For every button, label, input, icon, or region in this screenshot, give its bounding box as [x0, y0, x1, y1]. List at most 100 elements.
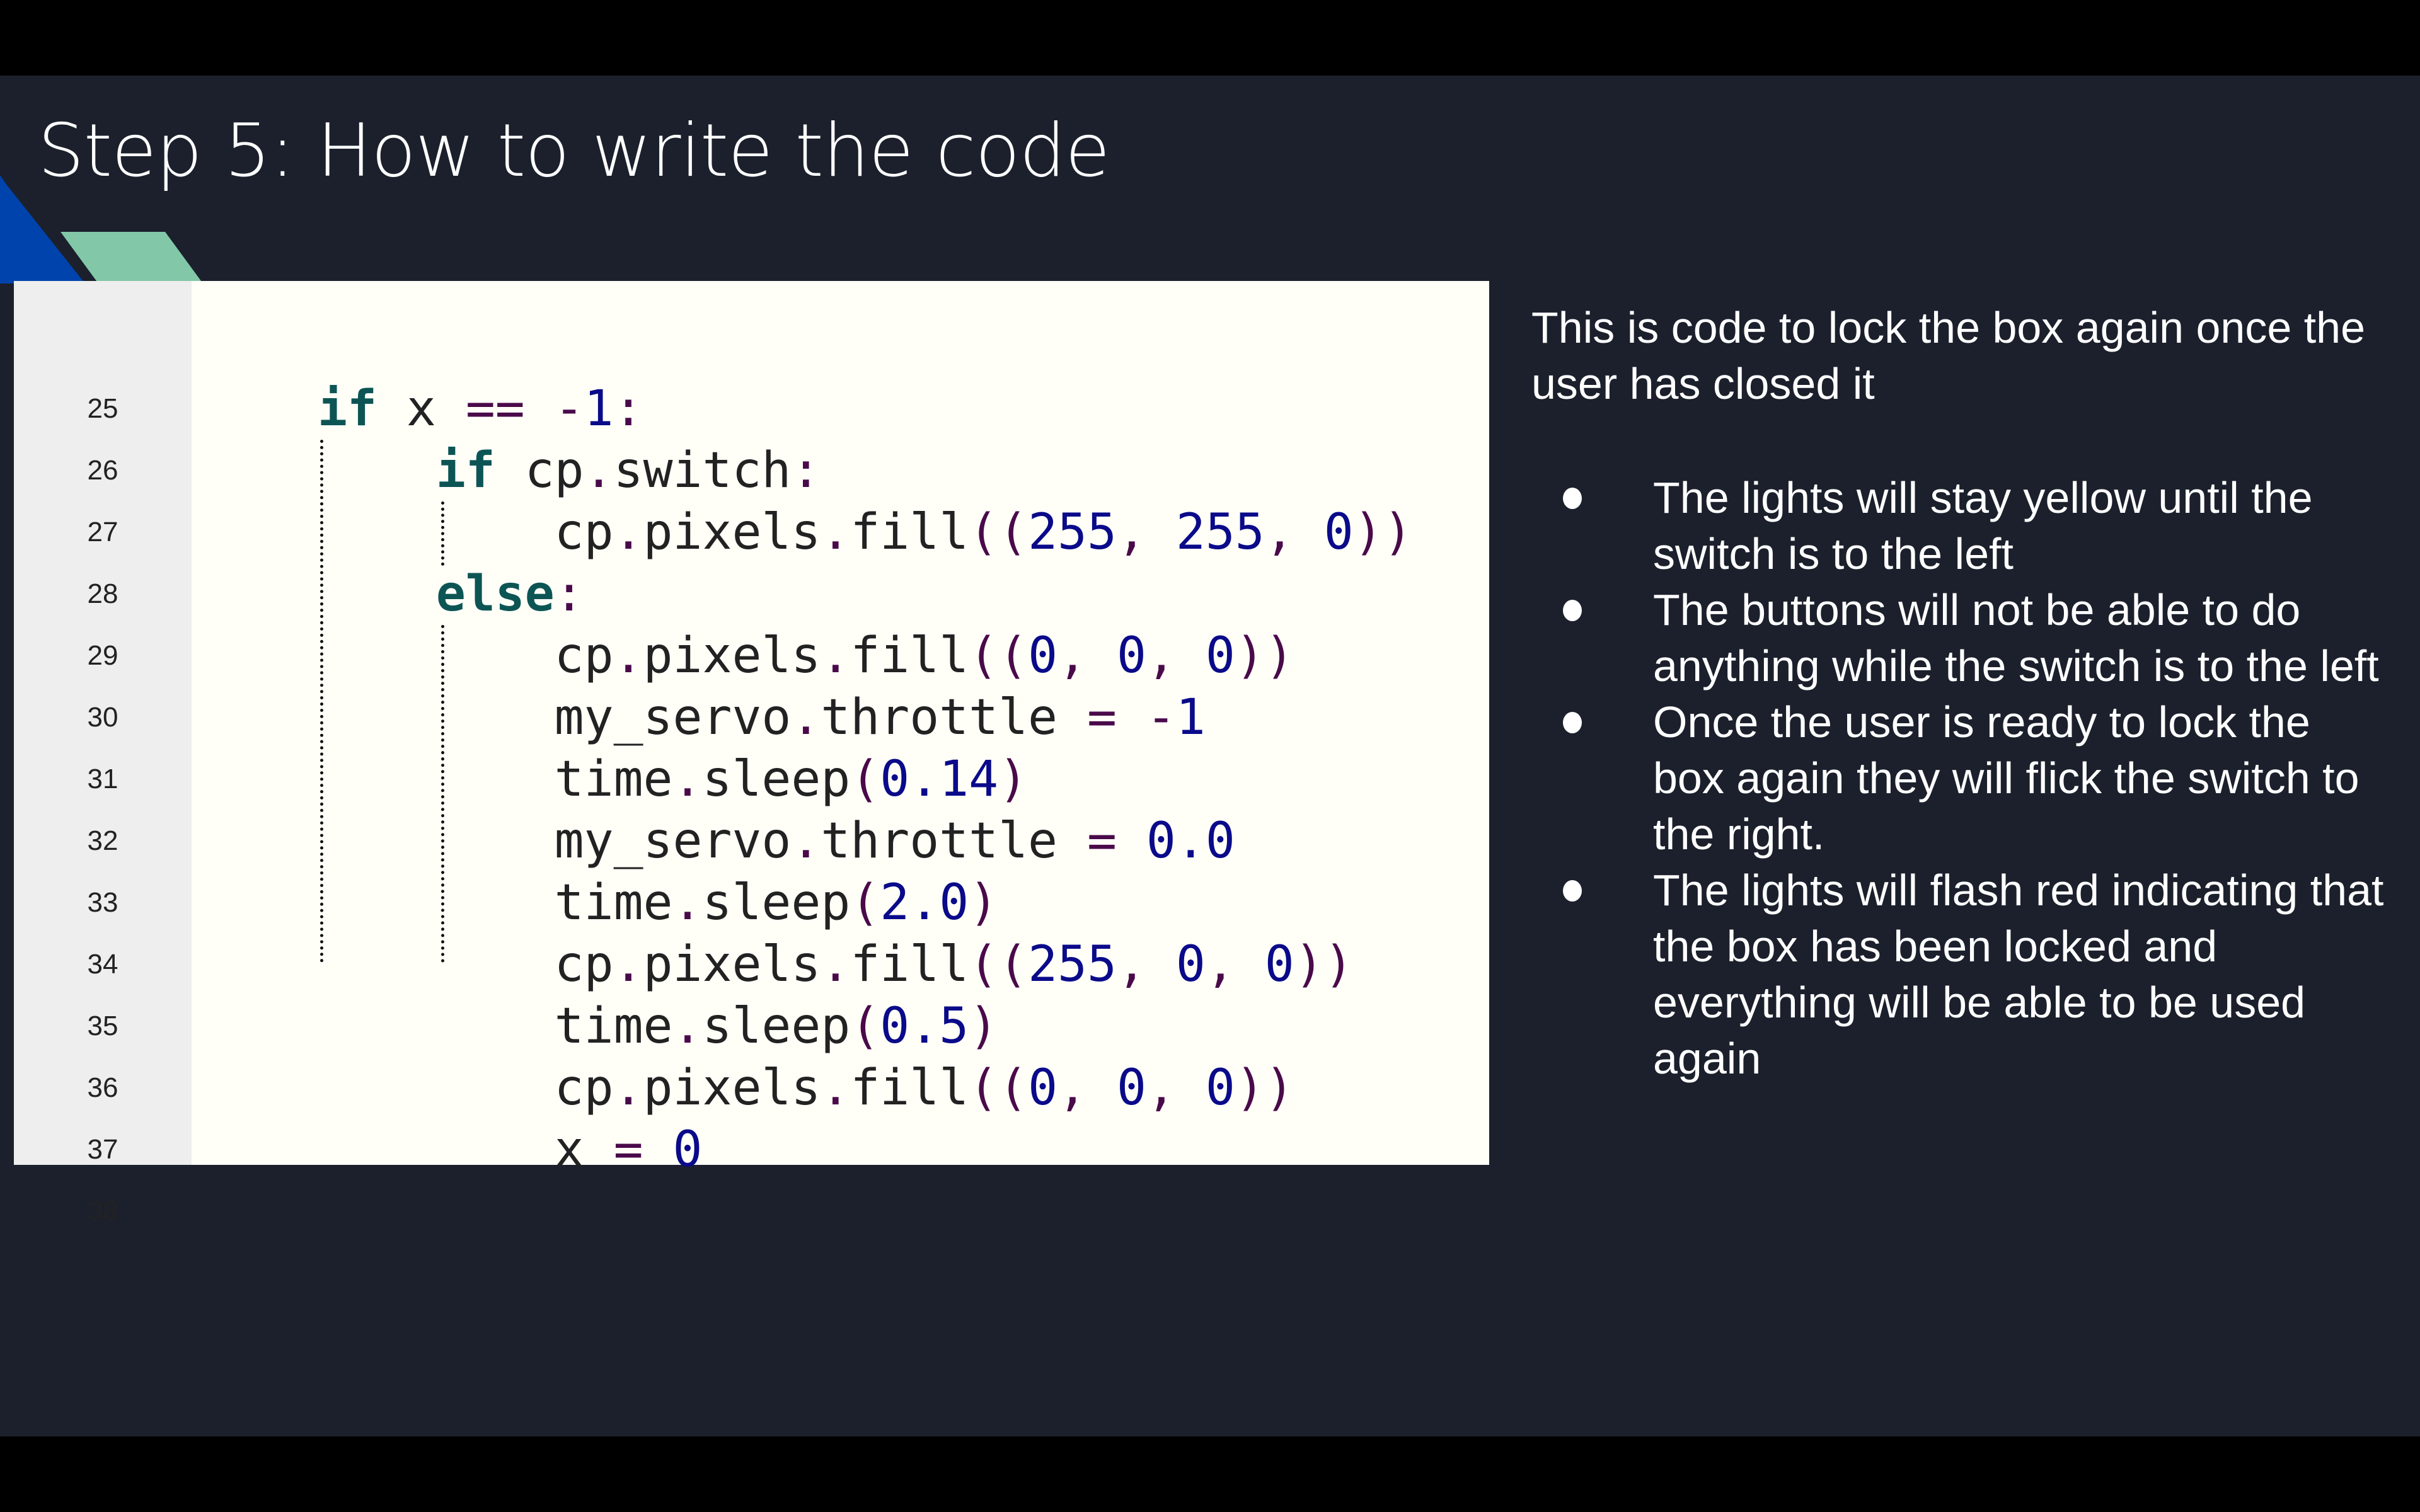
code-text: pixels — [643, 627, 821, 684]
indent-guide — [320, 440, 323, 963]
line-number: 26 — [87, 455, 118, 486]
code-number: 0 — [1264, 936, 1294, 993]
code-text: sleep — [702, 751, 851, 808]
code-operator: . — [584, 442, 614, 499]
code-operator: (( — [969, 936, 1028, 993]
line-number: 29 — [87, 640, 118, 671]
bullet-item: The lights will stay yellow until the sw… — [1531, 470, 2388, 582]
code-operator: = — [613, 1121, 643, 1178]
code-text: x — [376, 381, 466, 437]
code-number: 255 — [1028, 936, 1117, 993]
code-line: cp.pixels.fill((0, 0, 0)) — [318, 1057, 1294, 1119]
line-number: 38 — [87, 1196, 118, 1227]
code-operator: (( — [969, 504, 1028, 561]
bullet-text: The lights will stay yellow until the sw… — [1653, 473, 2313, 578]
code-operator: , — [1264, 504, 1324, 561]
code-line: cp.pixels.fill((0, 0, 0)) — [318, 625, 1294, 687]
line-number: 32 — [87, 825, 118, 856]
code-number: 0 — [1028, 627, 1058, 684]
code-operator: , — [1116, 504, 1176, 561]
line-number: 30 — [87, 702, 118, 733]
code-operator: : — [554, 566, 584, 622]
line-number: 28 — [87, 578, 118, 609]
code-text: time — [318, 751, 673, 808]
description-text: This is code to lock the box again once … — [1531, 303, 2366, 408]
code-line: if x == -1: — [318, 378, 643, 440]
code-text: switch — [613, 442, 792, 499]
code-number: 0.5 — [880, 998, 969, 1055]
code-operator: )) — [1294, 936, 1354, 993]
code-operator: )) — [1353, 504, 1413, 561]
code-text: cp — [318, 936, 614, 993]
code-text: cp — [495, 442, 584, 499]
code-operator: . — [821, 936, 851, 993]
slide: Step 5: How to write the code 25 26 27 28 29… — [0, 76, 2420, 1436]
code-operator: = — [1086, 689, 1117, 746]
code-line: my_servo.throttle = 0.0 — [318, 810, 1235, 872]
code-number: 0 — [1205, 1060, 1235, 1116]
bullet-list: The lights will stay yellow until the sw… — [1531, 470, 2388, 1087]
code-operator: . — [791, 813, 821, 869]
indent-guide — [441, 625, 444, 963]
bullet-item: The buttons will not be able to do anyth… — [1531, 582, 2388, 694]
code-operator: . — [613, 936, 643, 993]
code-operator: , — [1146, 1060, 1206, 1116]
code-operator: ) — [969, 998, 999, 1055]
code-operator: : — [791, 442, 821, 499]
code-line: time.sleep(0.5) — [318, 995, 998, 1057]
code-operator: )) — [1235, 1060, 1294, 1116]
code-text: cp — [318, 1060, 614, 1116]
code-text: my_servo — [318, 813, 792, 869]
code-number: 2.0 — [880, 874, 969, 931]
code-operator: , — [1205, 936, 1265, 993]
code-screenshot: 25 26 27 28 29 30 31 32 33 34 35 36 37 38 if x == -1:… — [14, 281, 1489, 1227]
code-text: pixels — [643, 1060, 821, 1116]
bullet-icon — [1563, 712, 1582, 733]
bullet-item: The lights will flash red indicating tha… — [1531, 862, 2388, 1087]
code-number: 0.0 — [1146, 813, 1235, 869]
code-number: 0 — [1116, 627, 1146, 684]
line-number: 33 — [87, 887, 118, 918]
code-line: cp.pixels.fill((255, 255, 0)) — [318, 501, 1413, 563]
code-keyword: if — [435, 442, 495, 499]
code-number: 0.14 — [880, 751, 999, 808]
code-text: pixels — [643, 504, 821, 561]
code-operator: ) — [969, 874, 999, 931]
line-number: 36 — [87, 1072, 118, 1103]
code-line: time.sleep(0.14) — [318, 748, 1028, 810]
code-number: 0 — [1028, 1060, 1058, 1116]
code-operator: , — [1146, 627, 1206, 684]
indent-guide — [441, 501, 444, 566]
code-number: 0 — [1175, 936, 1206, 993]
code-operator: , — [1057, 627, 1117, 684]
code-number: 0 — [672, 1121, 703, 1178]
line-number: 37 — [87, 1134, 118, 1165]
code-keyword: if — [318, 381, 377, 437]
line-number: 27 — [87, 517, 118, 547]
code-text: cp — [318, 504, 614, 561]
code-operator: , — [1057, 1060, 1117, 1116]
code-operator: . — [821, 627, 851, 684]
code-text: sleep — [702, 874, 851, 931]
code-operator: . — [672, 751, 703, 808]
code-text: throttle — [821, 813, 1087, 869]
line-number: 35 — [87, 1011, 118, 1041]
code-number: 1 — [1175, 689, 1206, 746]
bullet-text: Once the user is ready to lock the box a… — [1653, 697, 2360, 859]
bullet-text: The buttons will not be able to do anyth… — [1653, 585, 2379, 690]
code-line: my_servo.throttle = -1 — [318, 687, 1206, 748]
code-text: time — [318, 998, 673, 1055]
code-number: 0 — [1205, 627, 1235, 684]
code-text: x — [318, 1121, 614, 1178]
code-operator: . — [672, 998, 703, 1055]
code-text: throttle — [821, 689, 1087, 746]
code-line: time.sleep(2.0) — [318, 872, 998, 934]
code-operator: . — [821, 504, 851, 561]
code-keyword: else — [435, 566, 555, 622]
code-operator: . — [613, 627, 643, 684]
